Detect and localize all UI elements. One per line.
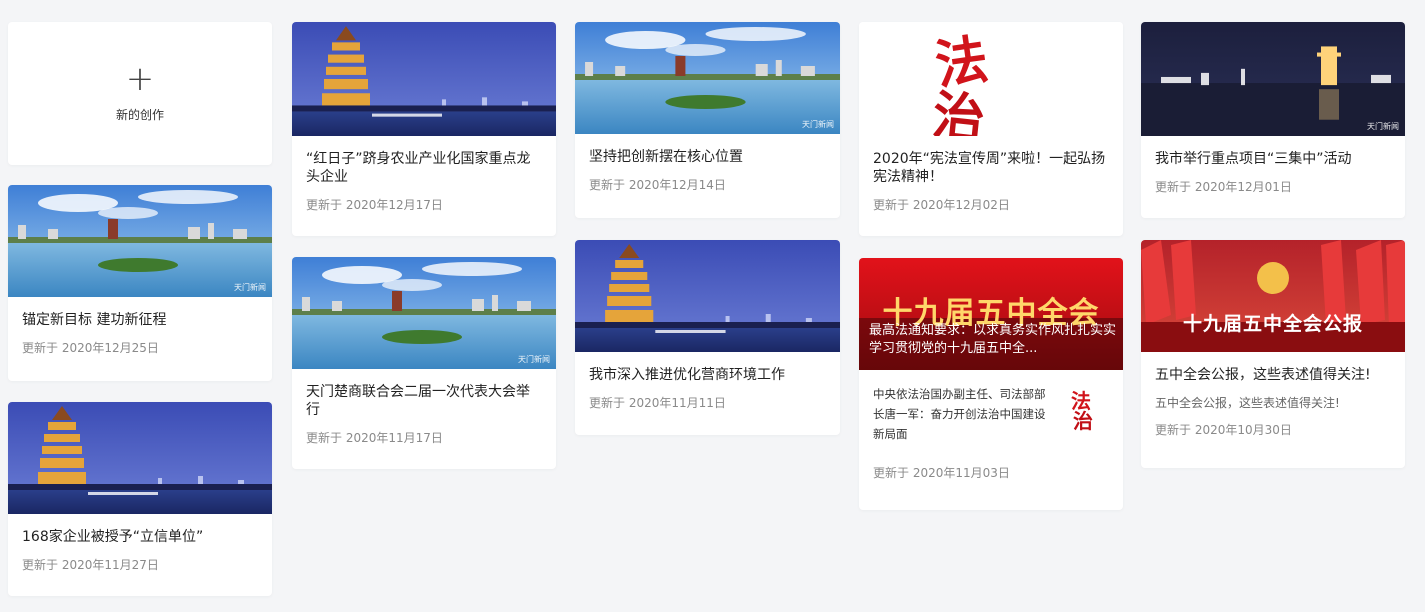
- article-title: “红日子”跻身农业产业化国家重点龙头企业: [306, 151, 531, 185]
- article-thumbnail: 天门新闻: [575, 22, 840, 134]
- article-card[interactable]: 天门新闻 我市举行重点项目“三集中”活动 更新于 2020年12月01日: [1141, 22, 1405, 218]
- article-title: 坚持把创新摆在核心位置: [589, 149, 743, 165]
- article-date: 更新于 2020年11月27日: [22, 558, 159, 572]
- article-card-multi[interactable]: 十九届五中全会 最高法通知要求：以求真务实作风扎扎实实学习贯彻党的十九届五中全.…: [859, 258, 1123, 510]
- article-card[interactable]: 2020年“宪法宣传周”来啦！一起弘扬宪法精神！ 更新于 2020年12月02日: [859, 22, 1123, 236]
- article-thumbnail: [8, 402, 272, 514]
- article-date: 更新于 2020年11月11日: [589, 396, 726, 410]
- article-description: 五中全会公报，这些表述值得关注!: [1155, 396, 1340, 410]
- article-title: 我市深入推进优化营商环境工作: [589, 367, 785, 383]
- article-thumbnail: 十九届五中全会公报: [1141, 240, 1405, 352]
- article-title: 天门楚商联合会二届一次代表大会举行: [306, 384, 530, 418]
- article-thumbnail: 十九届五中全会 最高法通知要求：以求真务实作风扎扎实实学习贯彻党的十九届五中全.…: [859, 258, 1123, 370]
- new-creation-card[interactable]: + 新的创作: [8, 22, 272, 165]
- article-thumbnail: 天门新闻: [1141, 22, 1405, 136]
- watermark-text: 天门新闻: [802, 120, 834, 129]
- article-thumbnail: [859, 22, 1123, 136]
- new-creation-label: 新的创作: [115, 108, 164, 122]
- article-title: 五中全会公报，这些表述值得关注!: [1155, 367, 1371, 383]
- article-card[interactable]: 十九届五中全会公报 五中全会公报，这些表述值得关注! 五中全会公报，这些表述值得…: [1141, 240, 1405, 468]
- article-thumbnail: 天门新闻: [292, 257, 556, 369]
- watermark-text: 天门新闻: [234, 283, 266, 292]
- article-title: 锚定新目标 建功新征程: [22, 312, 167, 328]
- article-card[interactable]: 天门新闻 坚持把创新摆在核心位置 更新于 2020年12月14日: [575, 22, 840, 218]
- article-date: 更新于 2020年12月02日: [873, 198, 1010, 212]
- sub-article-title: 中央依法治国办副主任、司法部部长唐一军：奋力开创法治中国建设新局面: [873, 387, 1046, 441]
- sub-article[interactable]: 中央依法治国办副主任、司法部部长唐一军：奋力开创法治中国建设新局面 法 治: [859, 384, 1123, 444]
- article-title: 168家企业被授予“立信单位”: [22, 529, 204, 545]
- banner-headline: 十九届五中全会公报: [1182, 313, 1363, 335]
- article-card[interactable]: 天门新闻 天门楚商联合会二届一次代表大会举行 更新于 2020年11月17日: [292, 257, 556, 469]
- sub-article-thumbnail: 法 治: [1061, 384, 1109, 433]
- watermark-text: 天门新闻: [518, 355, 550, 364]
- article-card[interactable]: 我市深入推进优化营商环境工作 更新于 2020年11月11日: [575, 240, 840, 435]
- article-date: 更新于 2020年12月25日: [22, 341, 159, 355]
- banner-caption: 最高法通知要求：以求真务实作风扎扎实实学习贯彻党的十九届五中全...: [869, 323, 1117, 356]
- plus-icon: +: [125, 59, 155, 99]
- article-date: 更新于 2020年12月17日: [306, 198, 443, 212]
- svg-text:治: 治: [1073, 409, 1093, 432]
- article-card[interactable]: “红日子”跻身农业产业化国家重点龙头企业 更新于 2020年12月17日: [292, 22, 556, 236]
- watermark-text: 天门新闻: [1367, 122, 1399, 131]
- article-thumbnail: 天门新闻: [8, 185, 272, 297]
- article-date: 更新于 2020年12月14日: [589, 178, 726, 192]
- article-date: 更新于 2020年11月17日: [306, 431, 443, 445]
- article-thumbnail: [292, 22, 556, 136]
- article-card[interactable]: 168家企业被授予“立信单位” 更新于 2020年11月27日: [8, 402, 272, 596]
- article-date: 更新于 2020年10月30日: [1155, 423, 1292, 437]
- article-title: 我市举行重点项目“三集中”活动: [1155, 151, 1352, 167]
- article-date: 更新于 2020年11月03日: [873, 466, 1010, 480]
- article-thumbnail: [575, 240, 840, 352]
- article-card[interactable]: 天门新闻 锚定新目标 建功新征程 更新于 2020年12月25日: [8, 185, 272, 381]
- article-date: 更新于 2020年12月01日: [1155, 180, 1292, 194]
- article-title: 2020年“宪法宣传周”来啦！一起弘扬宪法精神！: [873, 151, 1106, 185]
